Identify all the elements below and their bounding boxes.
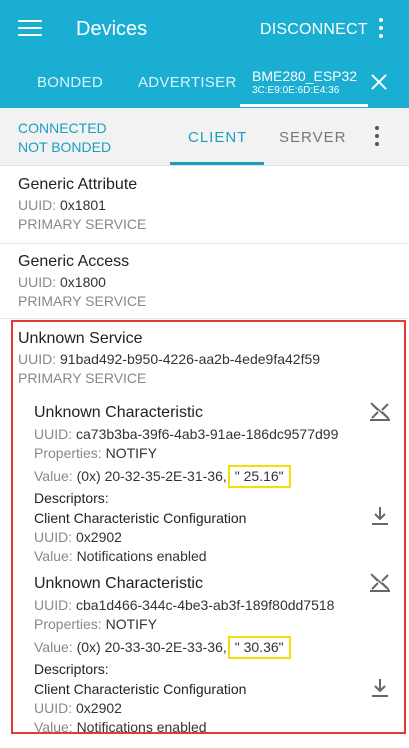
app-bar: Devices DISCONNECT BONDED ADVERTISER BME… — [0, 0, 409, 108]
uuid-label: UUID: — [18, 197, 57, 213]
service-type: PRIMARY SERVICE — [18, 370, 147, 386]
value-label: Value: — [34, 467, 73, 484]
tab-advertiser[interactable]: ADVERTISER — [138, 74, 237, 91]
properties-label: Properties: — [34, 616, 102, 633]
characteristic-value-text: " 25.16" — [227, 464, 291, 489]
descriptors-heading: Descriptors: — [34, 490, 109, 507]
disconnect-button[interactable]: DISCONNECT — [260, 21, 368, 39]
tab-device[interactable]: BME280_ESP32 3C:E9:0E:6D:E4:36 — [252, 68, 357, 96]
descriptor-name: Client Characteristic Configuration — [34, 509, 247, 526]
service-name: Generic Attribute — [18, 176, 138, 193]
more-vert-icon[interactable] — [372, 126, 382, 150]
notifications-off-icon[interactable] — [368, 400, 392, 422]
tab-indicator — [240, 104, 368, 107]
characteristic-properties: NOTIFY — [105, 445, 157, 462]
characteristic-properties: NOTIFY — [105, 616, 157, 633]
download-icon[interactable] — [370, 505, 390, 527]
connection-status: CONNECTED — [18, 120, 107, 136]
client-tab-indicator — [170, 162, 264, 165]
descriptor-uuid: 0x2902 — [76, 529, 122, 546]
descriptor-uuid: 0x2902 — [76, 700, 122, 717]
value-label: Value: — [34, 719, 73, 736]
close-icon[interactable] — [370, 73, 388, 91]
uuid-label: UUID: — [34, 529, 73, 546]
descriptor-value: Notifications enabled — [76, 719, 207, 736]
service-uuid: 0x1801 — [60, 197, 106, 213]
divider — [0, 243, 409, 244]
service-item[interactable]: Generic Attribute UUID: 0x1801 PRIMARY S… — [18, 176, 146, 234]
uuid-label: UUID: — [18, 274, 57, 290]
characteristic-value-hex: (0x) 20-33-30-2E-33-36, — [76, 638, 227, 655]
service-name: Generic Access — [18, 253, 130, 270]
more-vert-icon[interactable] — [376, 18, 386, 42]
bond-status: NOT BONDED — [18, 139, 112, 155]
uuid-label: UUID: — [18, 351, 57, 367]
service-item[interactable]: Generic Access UUID: 0x1800 PRIMARY SERV… — [18, 253, 146, 311]
tab-client[interactable]: CLIENT — [188, 129, 247, 146]
service-name: Unknown Service — [18, 330, 143, 347]
characteristic-item[interactable]: Unknown Characteristic UUID: ca73b3ba-39… — [34, 404, 338, 567]
characteristic-name: Unknown Characteristic — [34, 575, 203, 592]
service-type: PRIMARY SERVICE — [18, 216, 147, 232]
characteristic-name: Unknown Characteristic — [34, 404, 203, 421]
uuid-label: UUID: — [34, 700, 73, 717]
page-title: Devices — [76, 18, 148, 40]
descriptor-value: Notifications enabled — [76, 548, 207, 565]
service-type: PRIMARY SERVICE — [18, 293, 147, 309]
tab-bonded[interactable]: BONDED — [37, 74, 103, 91]
device-name: BME280_ESP32 — [252, 68, 358, 84]
characteristic-value-text: " 30.36" — [227, 635, 291, 660]
uuid-label: UUID: — [34, 426, 73, 442]
tab-server[interactable]: SERVER — [279, 129, 346, 146]
characteristic-uuid: ca73b3ba-39f6-4ab3-91ae-186dc9577d99 — [76, 426, 339, 442]
device-mac: 3C:E9:0E:6D:E4:36 — [252, 85, 340, 96]
service-item[interactable]: Unknown Service UUID: 91bad492-b950-4226… — [18, 330, 320, 388]
characteristic-item[interactable]: Unknown Characteristic UUID: cba1d466-34… — [34, 575, 334, 738]
device-tabs: BONDED ADVERTISER BME280_ESP32 3C:E9:0E:… — [0, 60, 409, 108]
service-uuid: 91bad492-b950-4226-aa2b-4ede9fa42f59 — [60, 351, 321, 367]
service-uuid: 0x1800 — [60, 274, 106, 290]
characteristic-uuid: cba1d466-344c-4be3-ab3f-189f80dd7518 — [76, 597, 335, 613]
characteristic-value-hex: (0x) 20-32-35-2E-31-36, — [76, 467, 227, 484]
value-label: Value: — [34, 638, 73, 655]
uuid-label: UUID: — [34, 597, 73, 613]
descriptor-name: Client Characteristic Configuration — [34, 680, 247, 697]
descriptors-heading: Descriptors: — [34, 661, 109, 678]
properties-label: Properties: — [34, 445, 102, 462]
menu-icon[interactable] — [18, 20, 42, 40]
notifications-off-icon[interactable] — [368, 571, 392, 593]
value-label: Value: — [34, 548, 73, 565]
download-icon[interactable] — [370, 677, 390, 699]
connection-bar: CONNECTED NOT BONDED CLIENT SERVER — [0, 108, 409, 166]
divider — [0, 318, 409, 319]
